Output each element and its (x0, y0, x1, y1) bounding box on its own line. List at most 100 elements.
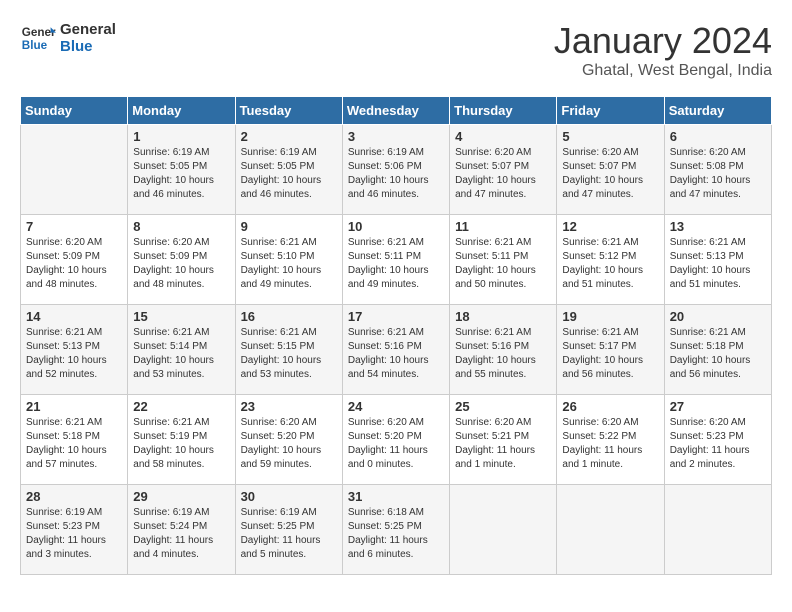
day-number: 30 (241, 489, 337, 504)
day-number: 9 (241, 219, 337, 234)
day-info: Sunrise: 6:21 AM Sunset: 5:13 PM Dayligh… (670, 236, 766, 292)
calendar-cell: 2 Sunrise: 6:19 AM Sunset: 5:05 PM Daylig… (235, 125, 342, 215)
day-info: Sunrise: 6:21 AM Sunset: 5:18 PM Dayligh… (26, 416, 122, 472)
calendar-cell: 20 Sunrise: 6:21 AM Sunset: 5:18 PM Dayli… (664, 305, 771, 395)
calendar-cell: 16 Sunrise: 6:21 AM Sunset: 5:15 PM Dayli… (235, 305, 342, 395)
calendar-cell (450, 485, 557, 575)
calendar-cell: 5Sunrise: 6:20 AM Sunset: 5:07 PM Daylig… (557, 125, 664, 215)
day-info: Sunrise: 6:21 AM Sunset: 5:11 PM Dayligh… (455, 236, 551, 292)
calendar-cell: 7Sunrise: 6:20 AM Sunset: 5:09 PM Daylig… (21, 215, 128, 305)
calendar-table: SundayMondayTuesdayWednesdayThursdayFrid… (20, 96, 772, 575)
day-number: 8 (133, 219, 229, 234)
day-info: Sunrise: 6:21 AM Sunset: 5:13 PM Dayligh… (26, 326, 122, 382)
day-info: Sunrise: 6:19 AM Sunset: 5:24 PM Dayligh… (133, 506, 229, 562)
calendar-week-row: 28Sunrise: 6:19 AM Sunset: 5:23 PM Dayli… (21, 485, 772, 575)
day-info: Sunrise: 6:20 AM Sunset: 5:22 PM Dayligh… (562, 416, 658, 472)
calendar-cell: 30 Sunrise: 6:19 AM Sunset: 5:25 PM Dayli… (235, 485, 342, 575)
calendar-cell: 15Sunrise: 6:21 AM Sunset: 5:14 PM Dayli… (128, 305, 235, 395)
weekday-header-wednesday: Wednesday (342, 97, 449, 125)
day-number: 16 (241, 309, 337, 324)
weekday-header-sunday: Sunday (21, 97, 128, 125)
logo: General Blue General Blue (20, 20, 116, 56)
day-number: 29 (133, 489, 229, 504)
day-info: Sunrise: 6:21 AM Sunset: 5:15 PM Dayligh… (241, 326, 337, 382)
day-info: Sunrise: 6:19 AM Sunset: 5:25 PM Dayligh… (241, 506, 337, 562)
day-number: 12 (562, 219, 658, 234)
page-header: General Blue General Blue January 2024 G… (20, 20, 772, 80)
calendar-cell: 1 Sunrise: 6:19 AM Sunset: 5:05 PM Daylig… (128, 125, 235, 215)
day-number: 21 (26, 399, 122, 414)
day-info: Sunrise: 6:20 AM Sunset: 5:09 PM Dayligh… (133, 236, 229, 292)
day-info: Sunrise: 6:19 AM Sunset: 5:06 PM Dayligh… (348, 146, 444, 202)
day-number: 1 (133, 129, 229, 144)
day-info: Sunrise: 6:20 AM Sunset: 5:07 PM Dayligh… (455, 146, 551, 202)
calendar-cell: 31Sunrise: 6:18 AM Sunset: 5:25 PM Dayli… (342, 485, 449, 575)
calendar-cell (21, 125, 128, 215)
day-number: 18 (455, 309, 551, 324)
calendar-cell (664, 485, 771, 575)
day-info: Sunrise: 6:20 AM Sunset: 5:20 PM Dayligh… (241, 416, 337, 472)
day-info: Sunrise: 6:21 AM Sunset: 5:10 PM Dayligh… (241, 236, 337, 292)
calendar-cell: 24 Sunrise: 6:20 AM Sunset: 5:20 PM Dayli… (342, 395, 449, 485)
calendar-week-row: 21 Sunrise: 6:21 AM Sunset: 5:18 PM Dayli… (21, 395, 772, 485)
day-number: 26 (562, 399, 658, 414)
day-info: Sunrise: 6:21 AM Sunset: 5:18 PM Dayligh… (670, 326, 766, 382)
logo-blue: Blue (60, 38, 116, 55)
logo-icon: General Blue (20, 20, 56, 56)
weekday-header-friday: Friday (557, 97, 664, 125)
day-number: 22 (133, 399, 229, 414)
calendar-cell: 13Sunrise: 6:21 AM Sunset: 5:13 PM Dayli… (664, 215, 771, 305)
calendar-cell: 21 Sunrise: 6:21 AM Sunset: 5:18 PM Dayli… (21, 395, 128, 485)
day-number: 20 (670, 309, 766, 324)
calendar-cell: 10 Sunrise: 6:21 AM Sunset: 5:11 PM Dayli… (342, 215, 449, 305)
weekday-header-row: SundayMondayTuesdayWednesdayThursdayFrid… (21, 97, 772, 125)
day-info: Sunrise: 6:20 AM Sunset: 5:23 PM Dayligh… (670, 416, 766, 472)
weekday-header-tuesday: Tuesday (235, 97, 342, 125)
weekday-header-thursday: Thursday (450, 97, 557, 125)
calendar-week-row: 14Sunrise: 6:21 AM Sunset: 5:13 PM Dayli… (21, 305, 772, 395)
calendar-cell: 25Sunrise: 6:20 AM Sunset: 5:21 PM Dayli… (450, 395, 557, 485)
calendar-cell: 9 Sunrise: 6:21 AM Sunset: 5:10 PM Daylig… (235, 215, 342, 305)
calendar-cell: 3 Sunrise: 6:19 AM Sunset: 5:06 PM Daylig… (342, 125, 449, 215)
calendar-cell: 19 Sunrise: 6:21 AM Sunset: 5:17 PM Dayli… (557, 305, 664, 395)
day-info: Sunrise: 6:20 AM Sunset: 5:07 PM Dayligh… (562, 146, 658, 202)
title-block: January 2024 Ghatal, West Bengal, India (554, 20, 772, 80)
day-info: Sunrise: 6:19 AM Sunset: 5:05 PM Dayligh… (133, 146, 229, 202)
day-number: 28 (26, 489, 122, 504)
day-number: 15 (133, 309, 229, 324)
day-info: Sunrise: 6:21 AM Sunset: 5:12 PM Dayligh… (562, 236, 658, 292)
weekday-header-monday: Monday (128, 97, 235, 125)
day-number: 4 (455, 129, 551, 144)
day-info: Sunrise: 6:21 AM Sunset: 5:19 PM Dayligh… (133, 416, 229, 472)
day-number: 6 (670, 129, 766, 144)
calendar-cell: 27 Sunrise: 6:20 AM Sunset: 5:23 PM Dayli… (664, 395, 771, 485)
day-info: Sunrise: 6:19 AM Sunset: 5:05 PM Dayligh… (241, 146, 337, 202)
day-info: Sunrise: 6:21 AM Sunset: 5:17 PM Dayligh… (562, 326, 658, 382)
day-info: Sunrise: 6:21 AM Sunset: 5:11 PM Dayligh… (348, 236, 444, 292)
calendar-cell: 14Sunrise: 6:21 AM Sunset: 5:13 PM Dayli… (21, 305, 128, 395)
month-title: January 2024 (554, 20, 772, 62)
day-info: Sunrise: 6:21 AM Sunset: 5:16 PM Dayligh… (348, 326, 444, 382)
day-info: Sunrise: 6:21 AM Sunset: 5:16 PM Dayligh… (455, 326, 551, 382)
day-number: 11 (455, 219, 551, 234)
day-info: Sunrise: 6:20 AM Sunset: 5:09 PM Dayligh… (26, 236, 122, 292)
logo-general: General (60, 21, 116, 38)
calendar-cell: 4 Sunrise: 6:20 AM Sunset: 5:07 PM Daylig… (450, 125, 557, 215)
day-number: 3 (348, 129, 444, 144)
day-info: Sunrise: 6:20 AM Sunset: 5:20 PM Dayligh… (348, 416, 444, 472)
day-number: 19 (562, 309, 658, 324)
day-info: Sunrise: 6:20 AM Sunset: 5:21 PM Dayligh… (455, 416, 551, 472)
day-number: 31 (348, 489, 444, 504)
calendar-cell: 17 Sunrise: 6:21 AM Sunset: 5:16 PM Dayli… (342, 305, 449, 395)
day-number: 10 (348, 219, 444, 234)
day-number: 24 (348, 399, 444, 414)
day-number: 17 (348, 309, 444, 324)
day-number: 27 (670, 399, 766, 414)
calendar-cell: 29 Sunrise: 6:19 AM Sunset: 5:24 PM Dayli… (128, 485, 235, 575)
calendar-cell (557, 485, 664, 575)
day-number: 2 (241, 129, 337, 144)
calendar-cell: 26 Sunrise: 6:20 AM Sunset: 5:22 PM Dayli… (557, 395, 664, 485)
calendar-cell: 6Sunrise: 6:20 AM Sunset: 5:08 PM Daylig… (664, 125, 771, 215)
weekday-header-saturday: Saturday (664, 97, 771, 125)
calendar-week-row: 1 Sunrise: 6:19 AM Sunset: 5:05 PM Daylig… (21, 125, 772, 215)
